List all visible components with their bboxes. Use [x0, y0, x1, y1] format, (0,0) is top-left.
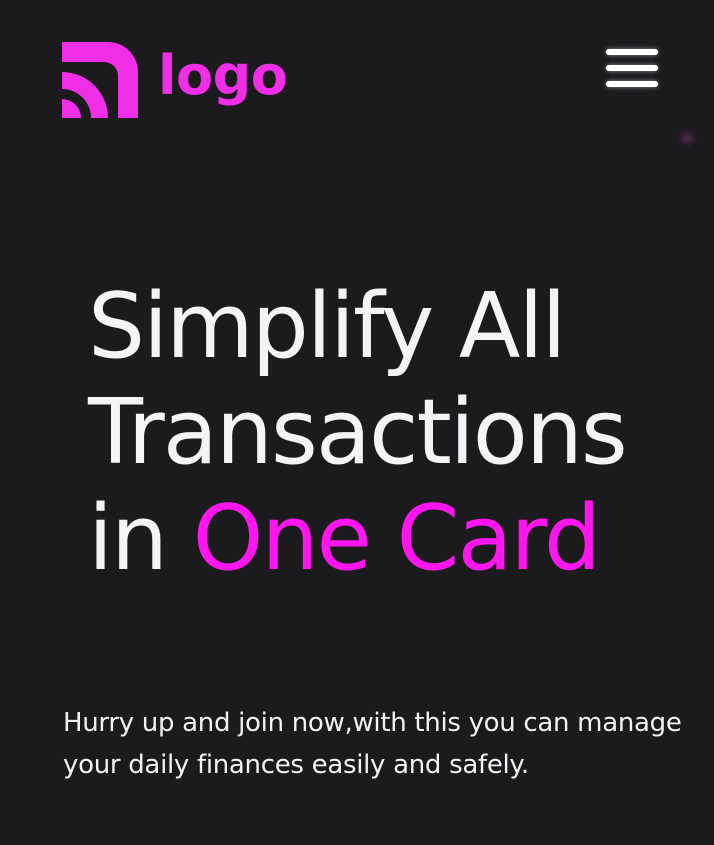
- menu-bar-top: [606, 49, 658, 55]
- hero-title: Simplify All Transactions in One Card: [88, 274, 628, 592]
- logo-link[interactable]: logo: [62, 42, 288, 118]
- hamburger-menu-icon[interactable]: [600, 44, 664, 94]
- hero-title-prefix: in: [88, 486, 168, 591]
- menu-bar-middle: [606, 65, 658, 71]
- hero-title-line-3: in One Card: [88, 486, 626, 592]
- decorative-speck: [676, 128, 698, 148]
- logo-text: logo: [158, 44, 288, 107]
- hero-title-accent: One Card: [192, 486, 601, 591]
- menu-bar-bottom: [606, 81, 658, 87]
- hero-subtitle: Hurry up and join now,with this you can …: [63, 708, 682, 780]
- hero-title-line-2: Transactions: [88, 380, 628, 485]
- hero-title-line-1: Simplify All: [88, 274, 566, 379]
- site-header: logo: [0, 0, 714, 130]
- wireless-signal-logo-icon: [62, 42, 138, 118]
